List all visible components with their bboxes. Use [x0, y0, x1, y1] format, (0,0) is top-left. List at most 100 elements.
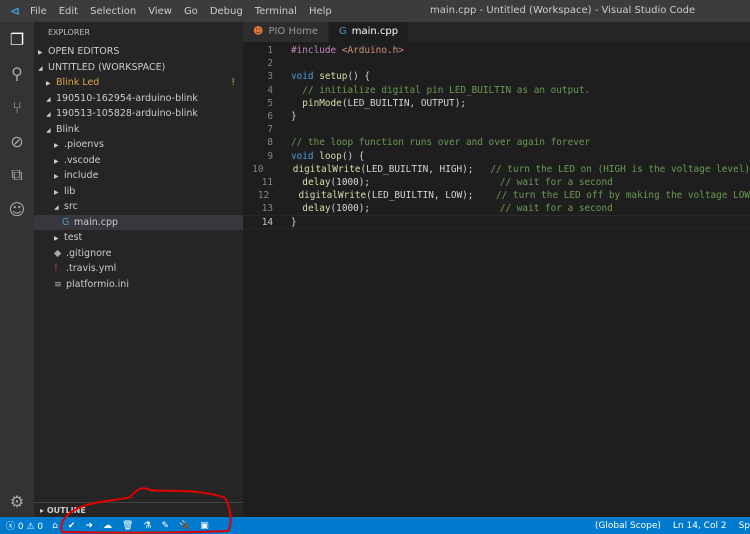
- code-token: // the loop function runs over and over …: [291, 137, 591, 149]
- tree-item[interactable]: ▶ OPEN EDITORS: [34, 44, 243, 60]
- pio-test-icon[interactable]: ⚗: [143, 521, 151, 531]
- files-icon[interactable]: ❐: [0, 22, 34, 56]
- extensions-icon[interactable]: ⧉: [0, 158, 34, 192]
- code-token: }: [291, 217, 297, 229]
- status-bar: ⓧ 0 ⚠ 0 ⌂ ✔ ➜ ☁ 🗑 ⚗ ✎ 🔌 ▣ (Global Scope) Ln 14, …: [0, 517, 750, 534]
- warning-count: 0: [37, 522, 44, 532]
- line-number: 9: [267, 150, 273, 162]
- cursor-position[interactable]: Ln 14, Col 2: [673, 521, 727, 531]
- code-editor[interactable]: 1 #include <Arduino.h> 2 3 void setup() {4 /…: [243, 44, 750, 517]
- code-line: 4 // initialize digital pin LED_BUILTIN …: [243, 84, 750, 97]
- debug-icon[interactable]: ⊘: [0, 124, 34, 158]
- warning-badge: !: [231, 77, 235, 88]
- code-line: 9 void loop() {: [243, 150, 750, 163]
- menu-terminal[interactable]: Terminal: [255, 6, 297, 17]
- line-number: 7: [267, 124, 273, 136]
- pio-upload-remote-icon[interactable]: ☁: [103, 521, 112, 531]
- tree-item-label: .travis.yml: [66, 263, 117, 274]
- tree-item[interactable]: ◢ src: [34, 199, 243, 215]
- code-line: 12 digitalWrite(LED_BUILTIN, LOW); // tu…: [243, 189, 750, 202]
- line-content: }: [273, 110, 297, 123]
- gear-icon[interactable]: ⚙: [0, 484, 34, 518]
- tree-item[interactable]: ≡ platformio.ini: [34, 277, 243, 293]
- menu-debug[interactable]: Debug: [210, 6, 243, 17]
- tree-item[interactable]: ◢ 190513-105828-arduino-blink: [34, 106, 243, 122]
- pio-home-icon[interactable]: ⌂: [52, 521, 58, 531]
- chevron-right-icon: ▶: [46, 80, 51, 87]
- tab-label: PIO Home: [268, 26, 318, 37]
- tab-main-cpp[interactable]: Gmain.cpp: [329, 22, 410, 42]
- file-icon: !: [54, 263, 58, 274]
- tree-item[interactable]: ◢ 190510-162954-arduino-blink: [34, 91, 243, 107]
- indentation-indicator[interactable]: Sp: [739, 521, 750, 531]
- chevron-down-icon: ◢: [46, 126, 51, 134]
- pio-terminal-icon[interactable]: ▣: [200, 521, 209, 531]
- pio-upload-icon[interactable]: ➜: [85, 521, 93, 531]
- code-token: (LED_BUILTIN, HIGH);: [360, 163, 491, 175]
- menu-file[interactable]: File: [30, 6, 47, 17]
- code-line: 6}: [243, 110, 750, 123]
- code-token: (LED_BUILTIN, LOW);: [366, 190, 496, 202]
- tree-item[interactable]: Gmain.cpp: [34, 214, 243, 230]
- tree-item[interactable]: ▶ lib: [34, 184, 243, 200]
- menu-view[interactable]: View: [148, 6, 172, 17]
- menu-go[interactable]: Go: [184, 6, 198, 17]
- code-token: digitalWrite: [298, 190, 367, 202]
- menu-help[interactable]: Help: [309, 6, 332, 17]
- pio-serial-monitor-icon[interactable]: 🔌: [179, 521, 190, 531]
- line-number: 5: [267, 97, 273, 109]
- tree-item-label: Blink: [56, 123, 80, 135]
- menu-selection[interactable]: Selection: [90, 6, 136, 17]
- platformio-icon: ☻: [253, 26, 264, 37]
- pio-run-task-icon[interactable]: ✎: [161, 521, 169, 531]
- tree-item[interactable]: ▶ .pioenvs: [34, 137, 243, 153]
- explorer-sidebar: EXPLORER ▶ OPEN EDITORS ◢ UNTITLED (WORKSPA…: [34, 22, 243, 517]
- tree-item[interactable]: ▶ .vscode: [34, 153, 243, 169]
- tree-item[interactable]: ◆ .gitignore: [34, 246, 243, 262]
- code-token: delay: [302, 203, 331, 215]
- tree-item[interactable]: ◢ Blink: [34, 122, 243, 138]
- tree-item-label: .pioenvs: [64, 139, 104, 150]
- file-tree: ▶ OPEN EDITORS ◢ UNTITLED (WORKSPACE) ▶ Blink…: [34, 44, 243, 292]
- line-content: void loop() {: [273, 150, 364, 163]
- pio-build-icon[interactable]: ✔: [68, 521, 76, 531]
- code-token: (1000);: [330, 176, 500, 188]
- tree-item[interactable]: ▶ test: [34, 230, 243, 246]
- outline-section[interactable]: ▸ OUTLINE: [34, 502, 243, 517]
- vscode-logo-icon: ⊲: [9, 4, 21, 18]
- code-token: (LED_BUILTIN, OUTPUT);: [341, 97, 466, 109]
- title-bar: ⊲ File Edit Selection View Go Debug Terminal He…: [0, 0, 750, 22]
- tree-item[interactable]: ▶ include: [34, 168, 243, 184]
- search-icon[interactable]: ⚲: [0, 56, 34, 90]
- line-number: 2: [267, 58, 273, 70]
- line-content: digitalWrite(LED_BUILTIN, LOW); // turn …: [269, 189, 750, 202]
- scope-indicator[interactable]: (Global Scope): [595, 521, 661, 531]
- menu-edit[interactable]: Edit: [59, 6, 78, 17]
- line-number: 4: [267, 84, 273, 96]
- line-number: 8: [267, 137, 273, 149]
- tree-item-label: src: [64, 201, 78, 212]
- code-line: 8 // the loop function runs over and over…: [243, 136, 750, 149]
- outline-label: OUTLINE: [46, 506, 86, 515]
- tree-item-label: main.cpp: [74, 216, 119, 228]
- platformio-icon[interactable]: ☺: [0, 192, 34, 226]
- line-content: delay(1000); // wait for a second: [273, 176, 612, 189]
- tree-item[interactable]: ▶ Blink Led!: [34, 75, 243, 91]
- code-token: }: [291, 110, 297, 122]
- chevron-down-icon: ◢: [38, 64, 43, 72]
- tree-item[interactable]: ! .travis.yml: [34, 261, 243, 277]
- tree-item-label: 190510-162954-arduino-blink: [56, 92, 198, 104]
- code-token: (1000);: [330, 203, 500, 215]
- source-control-icon[interactable]: ⑂: [0, 90, 34, 124]
- code-token: pinMode: [302, 97, 342, 109]
- code-line: 1 #include <Arduino.h>: [243, 44, 750, 57]
- chevron-down-icon: ◢: [46, 111, 51, 118]
- tab-pio-home[interactable]: ☻ PIO Home: [243, 22, 329, 42]
- tree-item[interactable]: ◢ UNTITLED (WORKSPACE): [34, 60, 243, 76]
- code-token: setup: [319, 71, 348, 83]
- problems-indicator[interactable]: ⓧ 0 ⚠ 0: [6, 519, 43, 532]
- code-line: 7: [243, 123, 750, 136]
- pio-clean-icon[interactable]: 🗑: [122, 521, 133, 531]
